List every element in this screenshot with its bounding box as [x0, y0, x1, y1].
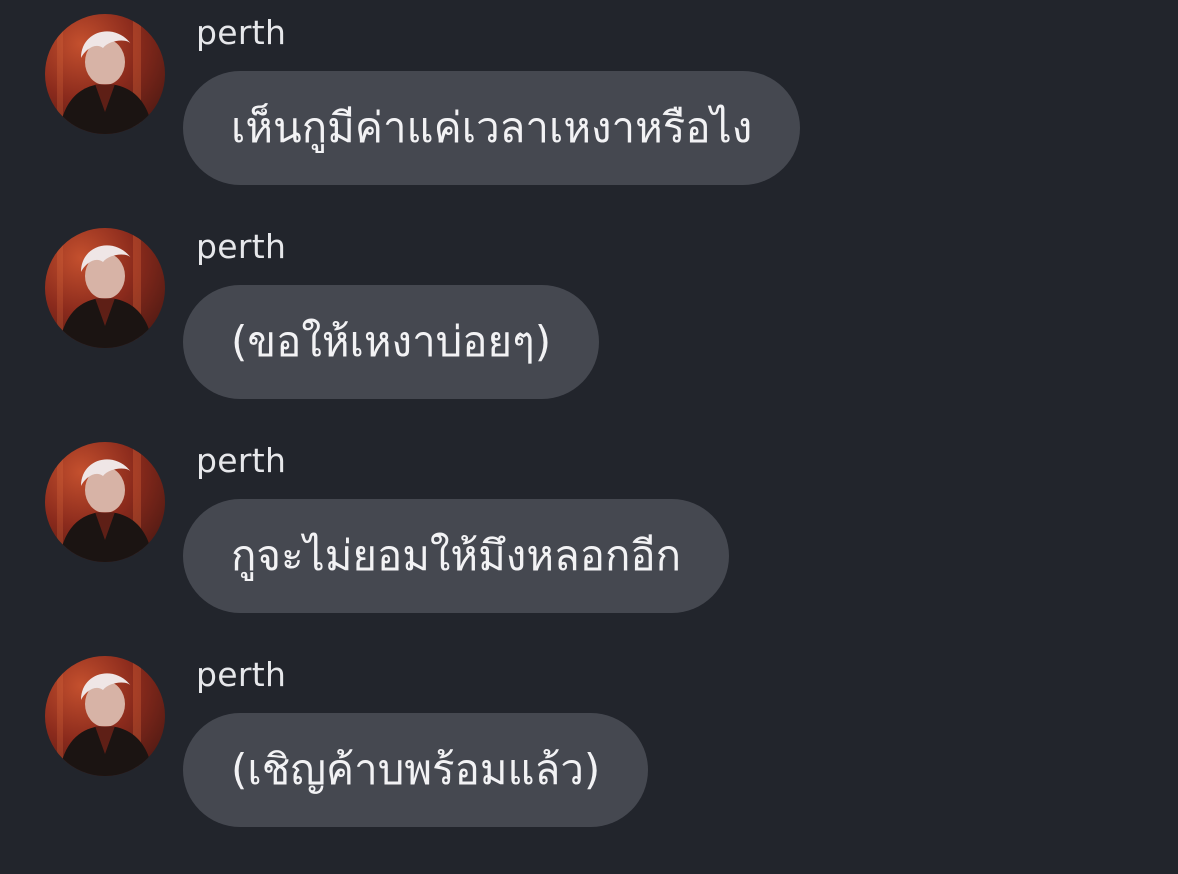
message-row: perth (เชิญค้าบพร้อมแล้ว) [0, 642, 1178, 856]
message-row: perth (ขอให้เหงาบ่อยๆ) [0, 214, 1178, 428]
avatar[interactable] [45, 656, 165, 776]
avatar-image [57, 228, 153, 348]
message-row: perth เห็นกูมีค่าแค่เวลาเหงาหรือไง [0, 0, 1178, 214]
avatar[interactable] [45, 14, 165, 134]
message-bubble[interactable]: (เชิญค้าบพร้อมแล้ว) [183, 713, 649, 827]
sender-name: perth [196, 13, 287, 52]
avatar-image [57, 442, 153, 562]
sender-name: perth [196, 227, 287, 266]
avatar-image [57, 656, 153, 776]
message-bubble[interactable]: กูจะไม่ยอมให้มึงหลอกอีก [183, 499, 730, 613]
sender-name: perth [196, 655, 287, 694]
avatar-image [57, 14, 153, 134]
avatar[interactable] [45, 228, 165, 348]
avatar[interactable] [45, 442, 165, 562]
sender-name: perth [196, 441, 287, 480]
message-bubble[interactable]: เห็นกูมีค่าแค่เวลาเหงาหรือไง [183, 71, 801, 185]
chat-thread: perth เห็นกูมีค่าแค่เวลาเหงาหรือไง perth… [0, 0, 1178, 874]
message-bubble[interactable]: (ขอให้เหงาบ่อยๆ) [183, 285, 600, 399]
message-row: perth กูจะไม่ยอมให้มึงหลอกอีก [0, 428, 1178, 642]
